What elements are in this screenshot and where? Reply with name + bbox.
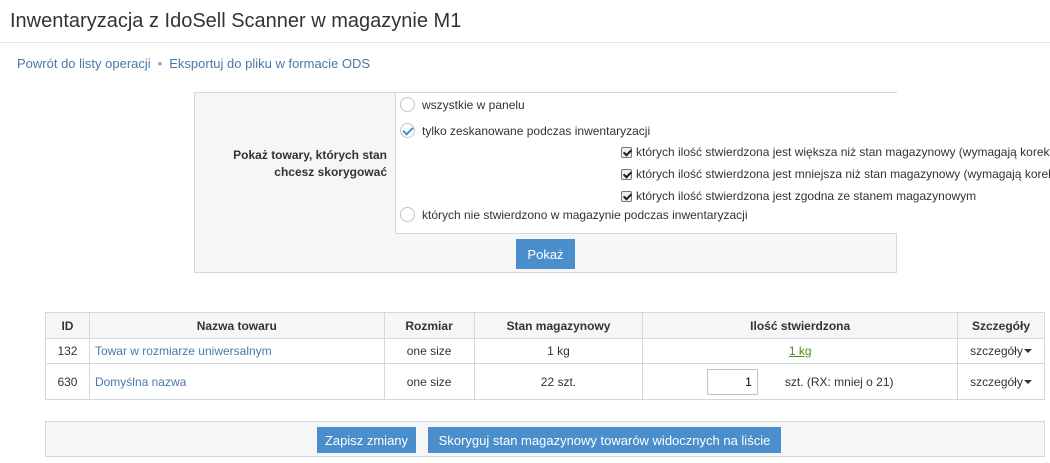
- checkbox-smaller[interactable]: [621, 168, 632, 180]
- filter-panel: Pokaż towary, których stan chcesz skoryg…: [194, 92, 1050, 273]
- radio-all[interactable]: [400, 97, 415, 112]
- filter-label: Pokaż towary, których stan chcesz skoryg…: [233, 147, 387, 179]
- details-dropdown[interactable]: szczegóły: [970, 375, 1032, 389]
- option-greater[interactable]: których ilość stwierdzona jest większa n…: [621, 145, 1050, 159]
- col-name: Nazwa towaru: [88, 312, 385, 339]
- radio-not-found[interactable]: [400, 207, 415, 222]
- actions-bar: Zapisz zmiany Skoryguj stan magazynowy t…: [45, 421, 1045, 457]
- table-row: 132 Towar w rozmiarze uniwersalnym one s…: [45, 338, 1046, 364]
- col-details: Szczegóły: [956, 312, 1046, 339]
- option-not-found-label: których nie stwierdzono w magazynie podc…: [422, 207, 748, 222]
- table-header-row: ID Nazwa towaru Rozmiar Stan magazynowy …: [45, 312, 1046, 339]
- option-smaller[interactable]: których ilość stwierdzona jest mniejsza …: [621, 167, 1050, 181]
- page-title: Inwentaryzacja z IdoSell Scanner w magaz…: [10, 10, 462, 32]
- col-qty: Ilość stwierdzona: [642, 312, 958, 339]
- cell-stock: 22 szt.: [473, 363, 644, 400]
- cell-qty: 1 kg: [642, 338, 958, 364]
- details-dropdown[interactable]: szczegóły: [970, 344, 1032, 358]
- cell-details: szczegóły: [956, 363, 1046, 400]
- caret-down-icon: [1023, 349, 1032, 353]
- option-scanned-label: tylko zeskanowane podczas inwentaryzacji: [422, 123, 651, 138]
- qty-link[interactable]: 1 kg: [789, 344, 812, 358]
- filter-options: wszystkie w panelu tylko zeskanowane pod…: [395, 93, 1050, 234]
- radio-scanned[interactable]: [400, 123, 415, 138]
- option-smaller-label: których ilość stwierdzona jest mniejsza …: [636, 167, 1050, 181]
- col-id: ID: [45, 312, 90, 339]
- breadcrumb-separator: •: [157, 56, 163, 71]
- option-equal[interactable]: których ilość stwierdzona jest zgodna ze…: [621, 189, 976, 203]
- qty-input[interactable]: [706, 368, 758, 395]
- checkbox-equal[interactable]: [621, 190, 632, 202]
- caret-down-icon: [1023, 379, 1032, 384]
- option-all-label: wszystkie w panelu: [422, 97, 525, 112]
- col-size: Rozmiar: [383, 312, 475, 339]
- show-button[interactable]: Pokaż: [516, 239, 575, 269]
- option-equal-label: których ilość stwierdzona jest zgodna ze…: [636, 189, 977, 203]
- correct-stock-button[interactable]: Skoryguj stan magazynowy towarów widoczn…: [428, 427, 781, 453]
- col-stock: Stan magazynowy: [473, 312, 644, 339]
- cell-size: one size: [383, 338, 475, 364]
- cell-qty: szt. (RX: mniej o 21): [642, 363, 958, 400]
- option-greater-label: których ilość stwierdzona jest większa n…: [636, 145, 1050, 159]
- product-link[interactable]: Domyślna nazwa: [95, 375, 186, 389]
- option-all[interactable]: wszystkie w panelu: [400, 97, 525, 112]
- cell-name: Domyślna nazwa: [88, 363, 385, 400]
- cell-details: szczegóły: [956, 338, 1046, 364]
- option-scanned[interactable]: tylko zeskanowane podczas inwentaryzacji: [400, 123, 650, 138]
- cell-id: 132: [45, 338, 90, 364]
- checkbox-greater[interactable]: [621, 146, 632, 158]
- cell-name: Towar w rozmiarze uniwersalnym: [88, 338, 385, 364]
- option-not-found[interactable]: których nie stwierdzono w magazynie podc…: [400, 207, 747, 222]
- cell-stock: 1 kg: [473, 338, 644, 364]
- back-to-operations-link[interactable]: Powrót do listy operacji: [17, 56, 151, 71]
- table-row: 630 Domyślna nazwa one size 22 szt. szt.…: [45, 363, 1046, 400]
- product-link[interactable]: Towar w rozmiarze uniwersalnym: [95, 344, 272, 358]
- save-button[interactable]: Zapisz zmiany: [317, 427, 416, 453]
- cell-size: one size: [383, 363, 475, 400]
- products-table: ID Nazwa towaru Rozmiar Stan magazynowy …: [45, 312, 1046, 400]
- breadcrumb: Powrót do listy operacji • Eksportuj do pl…: [17, 56, 370, 71]
- title-divider: [0, 42, 1050, 43]
- export-ods-link[interactable]: Eksportuj do pliku w formacie ODS: [169, 56, 370, 71]
- qty-note: szt. (RX: mniej o 21): [784, 374, 894, 389]
- cell-id: 630: [45, 363, 90, 400]
